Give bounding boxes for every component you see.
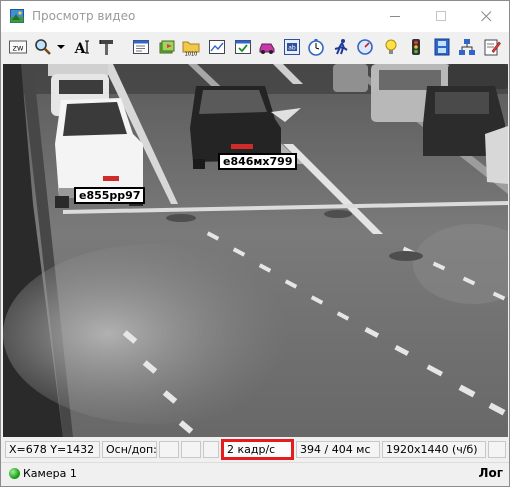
tool-detect[interactable] xyxy=(234,38,252,56)
status-bar: X=678 Y=1432 Осн/доп: 2 кадр/с 394 / 404… xyxy=(1,439,509,461)
picture-icon xyxy=(10,9,24,23)
tool-export[interactable] xyxy=(158,38,176,56)
traffic-light-icon xyxy=(412,39,420,55)
timing-field: 394 / 404 мс xyxy=(296,441,380,458)
extra-field xyxy=(488,441,506,458)
coordinates-field: X=678 Y=1432 xyxy=(5,441,100,458)
tool-chart[interactable] xyxy=(208,38,226,56)
camera-bar: Камера 1 Лог xyxy=(1,462,509,486)
minimize-button[interactable] xyxy=(372,1,418,32)
tool-network[interactable] xyxy=(458,38,476,56)
tool-keyboard[interactable]: ZW xyxy=(9,38,27,56)
form-icon: ab xyxy=(284,39,300,55)
fps-field: 2 кадр/с xyxy=(221,439,294,460)
keyboard-icon-label: ZW xyxy=(13,45,24,53)
minimize-icon xyxy=(390,16,400,17)
tool-text[interactable]: A xyxy=(73,38,91,57)
book-export-icon xyxy=(159,40,175,54)
tool-timer[interactable] xyxy=(307,38,325,56)
tool-edit[interactable] xyxy=(483,38,501,56)
maximize-icon xyxy=(436,11,446,21)
close-button[interactable] xyxy=(463,1,509,32)
video-viewer-window: Просмотр видео ZW A 1010 ab e855рр97 e84… xyxy=(0,0,510,487)
plate-label: e846мх799 xyxy=(218,153,298,170)
tool-settings[interactable] xyxy=(98,38,116,56)
camera-label[interactable]: Камера 1 xyxy=(23,467,77,481)
folder-numbers-icon: 1010 xyxy=(182,41,200,58)
car-icon xyxy=(259,43,275,54)
window-list-icon xyxy=(133,40,149,54)
tool-zoom-dropdown[interactable] xyxy=(56,38,66,56)
tool-properties[interactable] xyxy=(132,38,150,56)
speed-dial-icon xyxy=(357,39,373,55)
tool-speed[interactable] xyxy=(356,38,374,56)
tool-traffic-light[interactable] xyxy=(407,38,425,56)
dropdown-arrow-icon xyxy=(57,45,65,49)
svg-text:ab: ab xyxy=(288,45,296,52)
stopwatch-icon xyxy=(308,39,324,56)
keyboard-icon: ZW xyxy=(9,40,27,54)
camera-frame-image xyxy=(3,64,508,437)
empty-field xyxy=(203,441,219,458)
tool-vehicle[interactable] xyxy=(258,38,276,56)
video-frame[interactable]: e855рр97 e846мх799 xyxy=(3,64,508,437)
window-title: Просмотр видео xyxy=(32,9,136,23)
film-icon xyxy=(434,38,450,56)
title-bar: Просмотр видео xyxy=(1,1,509,32)
close-icon xyxy=(481,11,492,22)
text-style-icon: A xyxy=(74,40,89,57)
tool-form[interactable]: ab xyxy=(283,38,301,56)
magnifier-icon xyxy=(35,39,51,55)
text-style-icon-label: A xyxy=(74,41,87,56)
window-check-icon xyxy=(235,40,251,54)
tool-film[interactable] xyxy=(433,38,451,56)
toolbar: ZW A 1010 ab xyxy=(1,32,509,63)
tool-pedestrian[interactable] xyxy=(332,38,350,56)
running-man-icon xyxy=(334,39,348,55)
osn-field xyxy=(159,441,179,458)
resolution-field: 1920х1440 (ч/б) xyxy=(382,441,486,458)
edit-document-icon xyxy=(484,39,501,56)
network-icon xyxy=(459,39,475,55)
osn-dop-label: Осн/доп: xyxy=(102,441,157,458)
dop-field xyxy=(181,441,201,458)
tool-zoom[interactable] xyxy=(34,38,52,56)
svg-text:1010: 1010 xyxy=(185,52,198,57)
tool-light[interactable] xyxy=(382,38,400,56)
plate-label: e855рр97 xyxy=(74,187,146,204)
chart-window-icon xyxy=(209,40,225,54)
maximize-button[interactable] xyxy=(418,1,464,32)
camera-status-icon xyxy=(9,468,20,479)
tools-icon xyxy=(99,40,113,55)
light-bulb-icon xyxy=(385,39,397,54)
tool-folder[interactable]: 1010 xyxy=(182,38,200,58)
log-button[interactable]: Лог xyxy=(479,466,503,481)
